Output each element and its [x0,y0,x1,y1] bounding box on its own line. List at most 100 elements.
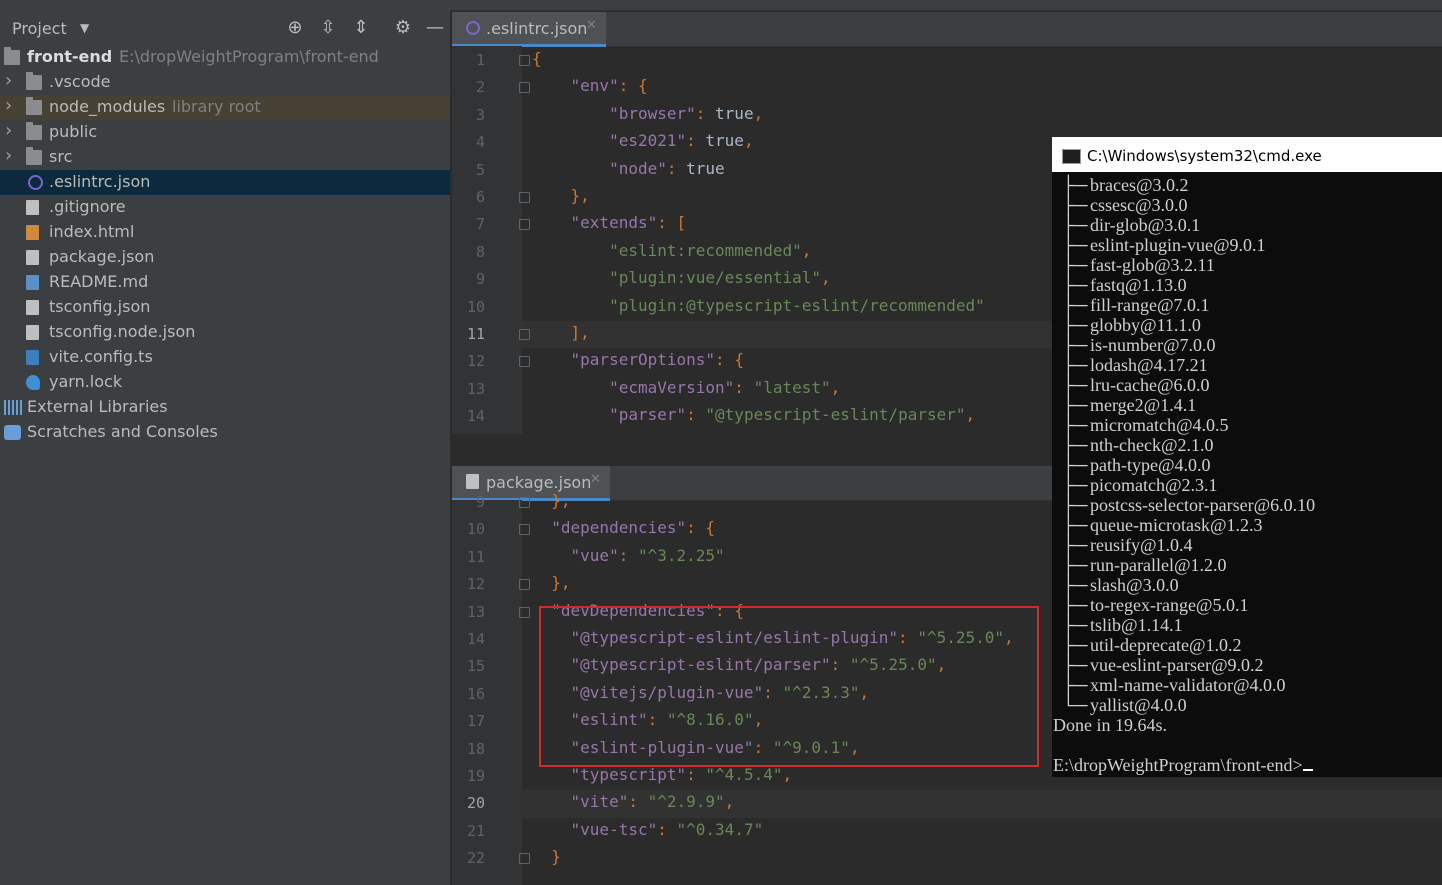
cmd-package-name: yallist@4.0.0 [1090,695,1187,715]
close-icon[interactable]: ✕ [590,472,601,487]
tree-branch-icon: ├─ [1062,575,1088,595]
fold-marker-icon[interactable] [519,853,530,865]
cmd-done-line: Done in 19.64s. [1053,715,1167,735]
chevron-right-icon[interactable]: › [5,95,12,116]
cmd-package-name: dir-glob@3.0.1 [1090,215,1201,235]
cmd-package-line: ├─ run-parallel@1.2.0 [1052,555,1227,576]
cmd-package-line: ├─ postcss-selector-parser@6.0.10 [1052,495,1315,516]
tree-item[interactable]: package.json [0,245,450,270]
cmd-package-name: micromatch@4.0.5 [1090,415,1229,435]
fold-marker-icon[interactable] [519,55,530,66]
chevron-right-icon[interactable]: › [5,145,12,166]
chevron-right-icon[interactable]: › [5,70,12,91]
line-number: 13 [466,602,485,621]
tree-branch-icon: ├─ [1062,335,1088,355]
expand-all-icon[interactable]: ⇳ [317,17,339,38]
project-view-selector[interactable]: Project [12,19,67,38]
cmd-package-line: ├─ dir-glob@3.0.1 [1052,215,1200,236]
code-line: }, [551,573,571,593]
tree-item[interactable]: External Libraries [0,395,450,420]
tree-item[interactable]: tsconfig.node.json [0,320,450,345]
tree-branch-icon: ├─ [1062,555,1088,575]
fold-marker-icon[interactable] [519,219,530,231]
code-line: "env": { [570,76,648,96]
line-number: 7 [475,215,485,234]
cmd-package-line: ├─ fastq@1.13.0 [1052,275,1187,296]
cmd-package-name: merge2@1.4.1 [1090,395,1197,415]
fold-marker-icon[interactable] [519,356,530,368]
cmd-package-name: fill-range@7.0.1 [1090,295,1210,315]
tree-branch-icon: ├─ [1062,235,1088,255]
cmd-package-line: ├─ lru-cache@6.0.0 [1052,375,1210,396]
line-number: 11 [466,547,485,566]
code-line: "vite": "^2.9.9", [570,792,735,812]
tree-branch-icon: ├─ [1062,295,1088,315]
cmd-package-name: slash@3.0.0 [1090,575,1179,595]
minimize-icon[interactable]: — [424,17,446,38]
fold-marker-icon[interactable] [519,606,530,618]
cmd-package-line: ├─ eslint-plugin-vue@9.0.1 [1052,235,1266,256]
json-file-icon [26,200,39,215]
tree-item[interactable]: › src [0,145,450,170]
tree-branch-icon: ├─ [1062,635,1088,655]
cmd-title-bar[interactable]: C:\Windows\system32\cmd.exe [1052,137,1442,172]
close-icon[interactable]: ✕ [586,18,597,33]
tree-item-hint: library root [172,97,261,116]
fold-marker-icon[interactable] [519,579,530,591]
tree-item[interactable]: vite.config.ts [0,345,450,370]
cmd-package-line: ├─ micromatch@4.0.5 [1052,415,1229,436]
tree-item[interactable]: › node_modules library root [0,95,450,120]
cmd-window[interactable]: C:\Windows\system32\cmd.exe ├─ braces@3.0… [1052,137,1442,777]
tree-item[interactable]: › .vscode [0,70,450,95]
tree-item[interactable]: .eslintrc.json [0,170,450,195]
line-number: 19 [466,767,485,785]
chevron-right-icon[interactable]: › [5,120,12,141]
tree-branch-icon: ├─ [1062,675,1088,695]
code-line: { [532,49,542,68]
tree-item[interactable]: README.md [0,270,450,295]
tree-item-label: src [49,147,73,166]
tree-item[interactable]: yarn.lock [0,370,450,395]
cmd-package-line: ├─ to-regex-range@5.0.1 [1052,595,1249,616]
cmd-package-line: ├─ merge2@1.4.1 [1052,395,1196,416]
chevron-down-icon[interactable]: ▼ [80,21,89,35]
tree-item[interactable]: front-end E:\dropWeightProgram\front-end [0,45,450,70]
line-number: 6 [475,188,485,206]
collapse-all-icon[interactable]: ⇕ [350,17,372,38]
tree-branch-icon: ├─ [1062,275,1088,295]
cmd-package-line: └─ yallist@4.0.0 [1052,695,1187,716]
cmd-package-line: ├─ slash@3.0.0 [1052,575,1179,596]
line-number: 14 [466,630,485,648]
code-line: "vue-tsc": "^0.34.7" [570,819,764,839]
cmd-title: C:\Windows\system32\cmd.exe [1087,147,1322,165]
fold-marker-icon[interactable] [519,192,530,203]
tree-item[interactable]: Scratches and Consoles [0,420,450,445]
tree-item[interactable]: › public [0,120,450,145]
fold-marker-icon[interactable] [519,497,530,508]
line-number: 12 [466,352,485,371]
tree-item[interactable]: tsconfig.json [0,295,450,320]
cmd-package-name: is-number@7.0.0 [1090,335,1216,355]
cmd-icon [1062,149,1081,164]
cmd-package-name: queue-microtask@1.2.3 [1090,515,1263,535]
fold-marker-icon[interactable] [519,329,530,340]
tree-branch-icon: └─ [1062,695,1088,715]
line-number: 10 [466,297,485,316]
locate-icon[interactable]: ⊕ [284,17,306,38]
gear-icon[interactable]: ⚙ [392,17,414,38]
tree-item[interactable]: index.html [0,220,450,245]
fold-marker-icon[interactable] [519,82,530,94]
tree-item-label: .eslintrc.json [49,172,151,191]
tree-item[interactable]: .gitignore [0,195,450,220]
cmd-package-line: ├─ lodash@4.17.21 [1052,355,1208,376]
typescript-file-icon [26,350,39,365]
line-number: 18 [466,739,485,758]
fold-marker-icon[interactable] [519,524,530,536]
tree-branch-icon: ├─ [1062,175,1088,195]
tree-item-label: .vscode [49,72,111,91]
cmd-package-line: ├─ braces@3.0.2 [1052,175,1189,196]
code-line: "browser": true, [609,103,764,123]
cmd-package-name: eslint-plugin-vue@9.0.1 [1090,235,1266,255]
cmd-prompt[interactable]: E:\dropWeightProgram\front-end> [1053,755,1313,776]
tab-eslintrc[interactable]: .eslintrc.json ✕ [452,12,606,47]
